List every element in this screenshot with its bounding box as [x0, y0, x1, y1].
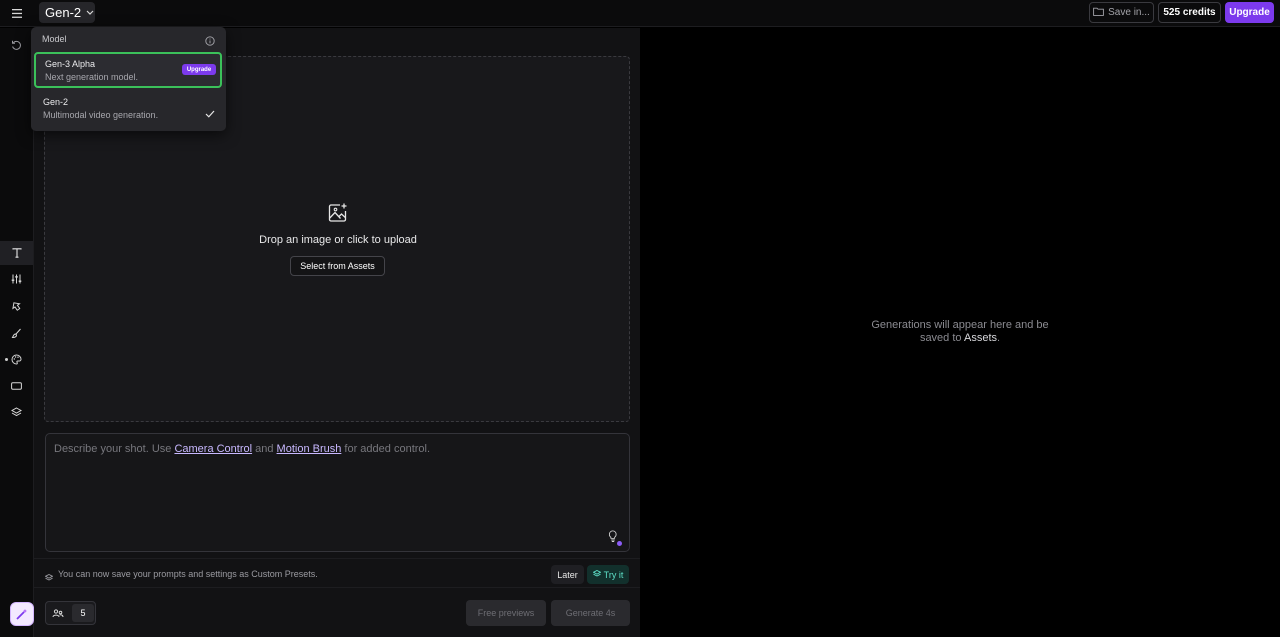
generation-controls: 5 Free previews Generate 4s: [34, 588, 640, 637]
generate-button[interactable]: Generate 4s: [551, 600, 630, 626]
people-icon: [52, 607, 64, 625]
text-tool-icon[interactable]: [0, 241, 33, 265]
menu-icon[interactable]: [7, 4, 27, 22]
preview-message-period: .: [997, 332, 1001, 344]
checkmark-icon: [205, 105, 215, 123]
try-it-label: Try it: [603, 569, 624, 580]
notice-text: You can now save your prompts and settin…: [58, 569, 318, 579]
option-subtitle: Next generation model.: [45, 72, 139, 82]
preview-empty-message: Generations will appear here and be save…: [870, 319, 1050, 345]
presets-icon: [44, 569, 54, 587]
motion-brush-link[interactable]: Motion Brush: [277, 443, 342, 455]
undo-icon[interactable]: [0, 33, 33, 57]
option-title: Gen-2: [43, 97, 69, 107]
upgrade-button[interactable]: Upgrade: [1225, 2, 1274, 23]
presets-notice: You can now save your prompts and settin…: [34, 558, 640, 588]
add-image-icon: [327, 202, 349, 224]
layers-icon[interactable]: [0, 400, 33, 424]
placeholder-middle: and: [252, 443, 277, 455]
upgrade-badge: Upgrade: [182, 64, 216, 75]
select-from-assets-button[interactable]: Select from Assets: [290, 256, 385, 276]
notification-dot: [617, 541, 622, 546]
camera-control-icon[interactable]: [0, 294, 33, 318]
preview-message-text: Generations will appear here and be save…: [871, 319, 1049, 344]
sliders-icon[interactable]: [0, 267, 33, 291]
free-previews-button[interactable]: Free previews: [466, 600, 546, 626]
generation-count-value: 5: [72, 604, 94, 622]
placeholder-end: for added control.: [341, 443, 431, 455]
camera-control-link[interactable]: Camera Control: [174, 443, 252, 455]
aspect-ratio-icon[interactable]: [0, 374, 33, 398]
model-dropdown-menu: Model Gen-3 Alpha Next generation model.…: [31, 27, 226, 131]
save-in-label: Save in...: [1108, 7, 1150, 18]
chevron-down-icon: [86, 10, 94, 15]
placeholder-start: Describe your shot. Use: [54, 443, 175, 455]
credits-button[interactable]: 525 credits: [1158, 2, 1221, 23]
prompt-textarea[interactable]: Describe your shot. Use Camera Control a…: [45, 433, 630, 552]
motion-brush-icon[interactable]: [0, 321, 33, 345]
magic-wand-icon[interactable]: [10, 602, 34, 626]
save-in-button[interactable]: Save in...: [1089, 2, 1154, 23]
upload-instructions: Drop an image or click to upload: [259, 234, 417, 246]
option-subtitle: Multimodal video generation.: [43, 110, 159, 120]
top-bar: Gen-2 Save in... 525 credits Upgrade: [0, 0, 1280, 27]
palette-icon[interactable]: [0, 347, 33, 371]
assets-link[interactable]: Assets: [964, 332, 997, 344]
prompt-placeholder: Describe your shot. Use Camera Control a…: [54, 443, 430, 455]
model-selector-button[interactable]: Gen-2: [39, 2, 95, 23]
model-option-gen2[interactable]: Gen-2 Multimodal video generation.: [34, 92, 222, 128]
later-button[interactable]: Later: [551, 565, 584, 584]
folder-icon: [1093, 7, 1104, 19]
left-sidebar: [0, 28, 34, 637]
option-title: Gen-3 Alpha: [45, 59, 96, 69]
model-option-gen3-alpha[interactable]: Gen-3 Alpha Next generation model. Upgra…: [34, 52, 222, 88]
generation-count-control[interactable]: 5: [45, 601, 96, 625]
info-icon[interactable]: [205, 33, 215, 51]
model-selector-label: Gen-2: [45, 5, 82, 20]
dropdown-header: Model: [42, 34, 67, 44]
presets-icon: [592, 569, 602, 580]
try-it-button[interactable]: Try it: [587, 565, 629, 584]
